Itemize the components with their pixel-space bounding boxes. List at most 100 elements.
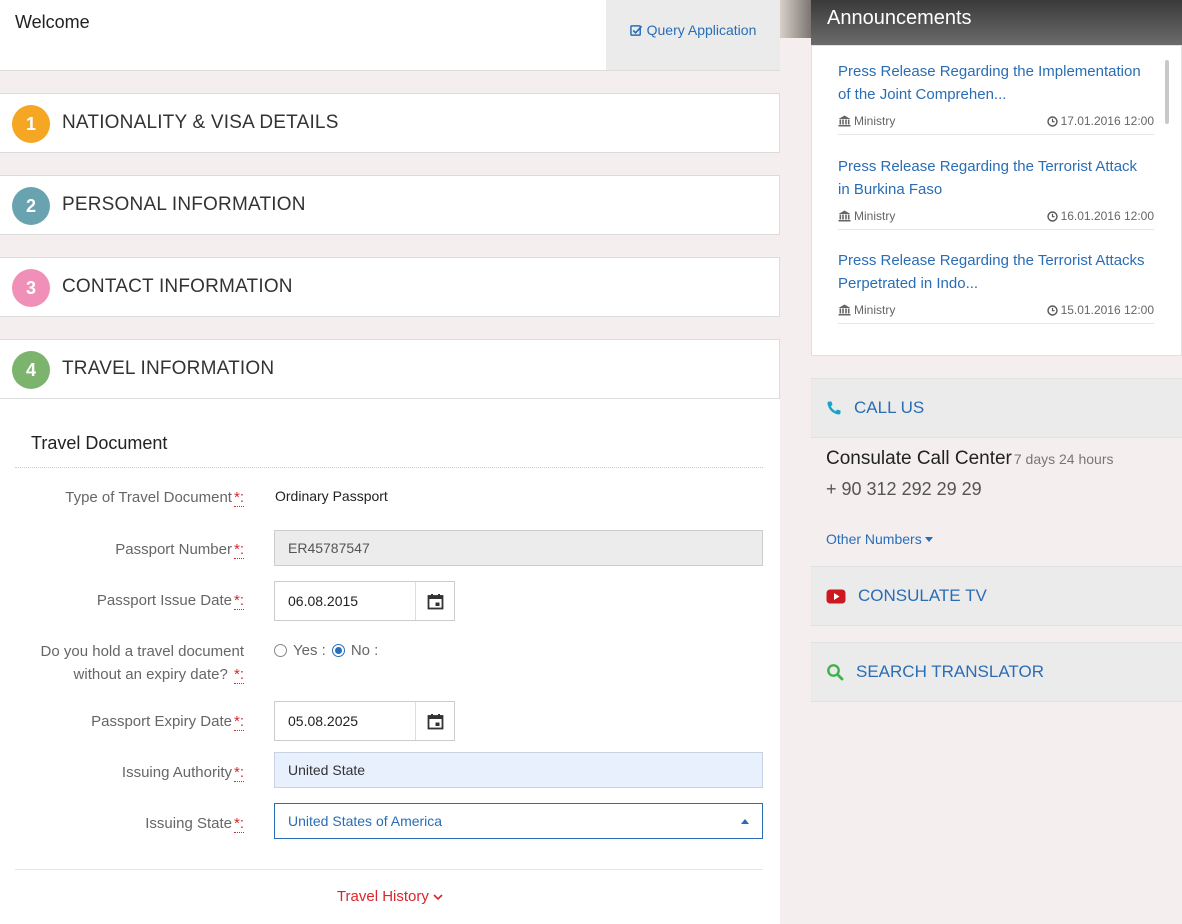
announcement-link[interactable]: Press Release Regarding the Terrorist At…: [838, 249, 1154, 295]
radio-yes[interactable]: [274, 644, 287, 657]
phone-icon: [827, 401, 841, 415]
list-item: Press Release Regarding the Terrorist At…: [838, 155, 1154, 230]
announcement-meta: Ministry 15.01.2016 12:00: [838, 303, 1154, 323]
announcement-date: 17.01.2016 12:00: [1046, 114, 1154, 128]
institution-icon: [838, 304, 851, 316]
institution-icon: [838, 210, 851, 222]
welcome-bar: Welcome Query Application: [0, 0, 780, 71]
clock-icon: [1046, 115, 1058, 127]
required-marker: *:: [233, 541, 244, 559]
list-item: Press Release Regarding the Implementati…: [838, 60, 1154, 135]
type-of-document-value: Ordinary Passport: [275, 488, 388, 504]
sidebar-column: Announcements Press Release Regarding th…: [780, 0, 1182, 924]
announcements-list: Press Release Regarding the Implementati…: [811, 45, 1182, 356]
consulate-tv-label: CONSULATE TV: [858, 586, 987, 605]
announcement-date: 15.01.2016 12:00: [1046, 303, 1154, 317]
call-center-hours: 7 days 24 hours: [1013, 451, 1114, 467]
announcement-source: Ministry: [838, 114, 895, 128]
institution-icon: [838, 115, 851, 127]
expiry-date-picker-button[interactable]: [415, 702, 454, 740]
expiry-date-label: Passport Expiry Date *:: [91, 713, 244, 731]
step-number-badge: 1: [12, 105, 50, 143]
checkbox-icon: [629, 24, 642, 36]
call-us-label: CALL US: [854, 398, 925, 417]
travel-history-toggle[interactable]: Travel History: [0, 888, 780, 905]
query-application-button[interactable]: Query Application: [606, 0, 780, 70]
passport-number-label: Passport Number *:: [115, 541, 244, 559]
consulate-tv-button[interactable]: CONSULATE TV: [811, 566, 1182, 626]
no-expiry-radio-group: Yes : No :: [274, 642, 378, 659]
calendar-icon: [427, 713, 443, 729]
step-number-badge: 2: [12, 187, 50, 225]
passport-number-input[interactable]: ER45787547: [274, 530, 763, 566]
announcements-scrollbar[interactable]: [1165, 60, 1169, 124]
announcement-source: Ministry: [838, 209, 895, 223]
step-contact-information[interactable]: 3 CONTACT INFORMATION: [0, 257, 780, 317]
travel-information-panel: Travel Document Type of Travel Document *…: [0, 398, 780, 924]
issue-date-picker-button[interactable]: [415, 582, 454, 620]
caret-up-icon: [741, 819, 749, 824]
radio-yes-label: Yes :: [293, 642, 326, 659]
issuing-authority-input[interactable]: United State: [274, 752, 763, 788]
divider: [15, 467, 763, 468]
clock-icon: [1046, 210, 1058, 222]
other-numbers-label: Other Numbers: [826, 531, 922, 547]
calendar-icon: [427, 593, 443, 609]
issue-date-field[interactable]: 06.08.2015: [274, 581, 455, 621]
step-title: CONTACT INFORMATION: [62, 276, 293, 297]
step-number-badge: 3: [12, 269, 50, 307]
youtube-icon: [826, 589, 846, 603]
section-title: Travel Document: [31, 433, 168, 453]
required-marker: *:: [233, 489, 244, 507]
required-marker: *:: [233, 764, 244, 782]
call-center-title: Consulate Call Center 7 days 24 hours: [826, 448, 1114, 469]
type-of-document-label: Type of Travel Document *:: [65, 489, 244, 507]
step-personal-information[interactable]: 2 PERSONAL INFORMATION: [0, 175, 780, 235]
required-marker: *:: [233, 713, 244, 731]
required-marker: *:: [233, 592, 244, 610]
step-title: TRAVEL INFORMATION: [62, 358, 275, 379]
announcements-header: Announcements: [811, 0, 1182, 45]
call-center-number: + 90 312 292 29 29: [826, 479, 982, 499]
search-icon: [827, 664, 844, 681]
step-travel-information[interactable]: 4 TRAVEL INFORMATION: [0, 339, 780, 399]
chevron-down-icon: [433, 894, 443, 901]
issuing-state-select[interactable]: United States of America: [274, 803, 763, 839]
radio-no[interactable]: [331, 644, 345, 657]
required-marker: *:: [233, 815, 244, 833]
issuing-state-value: United States of America: [288, 813, 443, 829]
announcement-date: 16.01.2016 12:00: [1046, 209, 1154, 223]
issuing-authority-label: Issuing Authority *:: [121, 764, 244, 782]
query-application-label: Query Application: [646, 22, 757, 38]
announcement-meta: Ministry 17.01.2016 12:00: [838, 114, 1154, 134]
expiry-date-field[interactable]: 05.08.2025: [274, 701, 455, 741]
clock-icon: [1046, 304, 1058, 316]
announcement-link[interactable]: Press Release Regarding the Implementati…: [838, 60, 1154, 106]
expiry-date-value: 05.08.2025: [288, 713, 359, 729]
caret-down-icon: [924, 536, 933, 542]
call-center-info: Consulate Call Center 7 days 24 hours + 9…: [826, 448, 1114, 500]
required-marker: *:: [233, 666, 244, 684]
step-number-badge: 4: [12, 351, 50, 389]
announcement-photo: [780, 0, 811, 38]
step-nationality-visa[interactable]: 1 NATIONALITY & VISA DETAILS: [0, 93, 780, 153]
search-translator-button[interactable]: SEARCH TRANSLATOR: [811, 642, 1182, 702]
welcome-text: Welcome: [15, 12, 90, 32]
announcement-meta: Ministry 16.01.2016 12:00: [838, 209, 1154, 229]
search-translator-label: SEARCH TRANSLATOR: [856, 662, 1044, 681]
other-numbers-toggle[interactable]: Other Numbers: [826, 531, 933, 547]
announcement-source: Ministry: [838, 303, 895, 317]
list-item: Press Release Regarding the Terrorist At…: [838, 249, 1154, 324]
step-title: NATIONALITY & VISA DETAILS: [62, 112, 339, 133]
application-form-column: Welcome Query Application 1 NATIONALITY …: [0, 0, 780, 924]
divider: [15, 869, 763, 870]
travel-history-label: Travel History: [336, 888, 429, 905]
radio-no-label: No :: [350, 642, 379, 659]
announcement-link[interactable]: Press Release Regarding the Terrorist At…: [838, 155, 1154, 201]
issue-date-label: Passport Issue Date *:: [96, 592, 244, 610]
step-title: PERSONAL INFORMATION: [62, 194, 306, 215]
call-us-button[interactable]: CALL US: [811, 378, 1182, 438]
issuing-state-label: Issuing State *:: [145, 815, 244, 833]
no-expiry-question-label: Do you hold a travel document without an…: [40, 643, 244, 684]
issue-date-value: 06.08.2015: [288, 593, 359, 609]
